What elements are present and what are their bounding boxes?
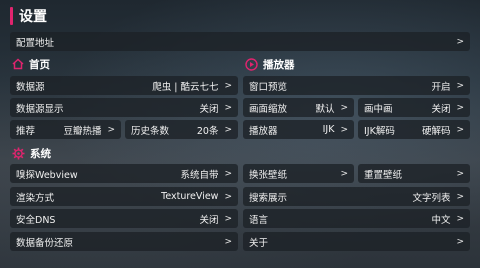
section-home: 首页: [12, 56, 50, 72]
change-wallpaper-row[interactable]: 换张壁纸 >: [243, 164, 354, 183]
data-source-display-row[interactable]: 数据源显示 关闭 >: [10, 98, 238, 117]
about-row[interactable]: 关于 >: [243, 232, 470, 251]
search-display-row[interactable]: 搜索展示 文字列表 >: [243, 187, 470, 206]
search-display-value: 文字列表: [412, 192, 451, 204]
search-display-label: 搜索展示: [249, 192, 288, 204]
section-system: 系统: [12, 145, 51, 161]
picture-scale-row[interactable]: 画面缩放 默认 >: [243, 98, 354, 117]
data-source-display-value: 关闭: [199, 103, 219, 115]
chevron-right-icon: >: [456, 236, 464, 247]
about-label: 关于: [249, 237, 269, 249]
chevron-right-icon: >: [456, 102, 464, 113]
chevron-right-icon: >: [224, 124, 232, 135]
window-preview-value: 开启: [431, 81, 451, 93]
history-count-label: 历史条数: [131, 125, 170, 137]
sniff-webview-row[interactable]: 嗅探Webview 系统自带 >: [10, 164, 238, 183]
chevron-right-icon: >: [456, 213, 464, 224]
chevron-right-icon: >: [224, 80, 232, 91]
chevron-right-icon: >: [107, 124, 115, 135]
data-source-label: 数据源: [16, 81, 45, 93]
chevron-right-icon: >: [340, 102, 348, 113]
config-address-row[interactable]: 配置地址 >: [10, 32, 470, 51]
data-source-value: 爬虫 | 酷云七七: [152, 81, 219, 93]
window-preview-row[interactable]: 窗口预览 开启 >: [243, 76, 470, 95]
play-circle-icon: [245, 57, 258, 71]
chevron-right-icon: >: [224, 213, 232, 224]
accent-bar: [10, 7, 13, 25]
chevron-right-icon: >: [456, 36, 464, 47]
player-label: 播放器: [249, 125, 278, 137]
secure-dns-label: 安全DNS: [16, 214, 56, 226]
chevron-right-icon: >: [340, 168, 348, 179]
secure-dns-value: 关闭: [199, 214, 219, 226]
chevron-right-icon: >: [340, 124, 348, 135]
ijk-decode-value: 硬解码: [421, 125, 451, 137]
chevron-right-icon: >: [224, 102, 232, 113]
section-home-title: 首页: [29, 58, 50, 71]
language-value: 中文: [431, 214, 451, 226]
gear-icon: [12, 147, 25, 159]
section-player-title: 播放器: [263, 58, 295, 71]
page-header: 设置: [10, 6, 47, 26]
chevron-right-icon: >: [456, 168, 464, 179]
reset-wallpaper-label: 重置壁纸: [364, 169, 403, 181]
backup-restore-row[interactable]: 数据备份还原 >: [10, 232, 238, 251]
picture-scale-value: 默认: [315, 103, 335, 115]
change-wallpaper-label: 换张壁纸: [249, 169, 288, 181]
reset-wallpaper-row[interactable]: 重置壁纸 >: [358, 164, 470, 183]
data-source-row[interactable]: 数据源 爬虫 | 酷云七七 >: [10, 76, 238, 95]
pip-row[interactable]: 画中画 关闭 >: [358, 98, 470, 117]
chevron-right-icon: >: [456, 124, 464, 135]
recommend-value: 豆瓣热播: [63, 125, 102, 137]
language-row[interactable]: 语言 中文 >: [243, 209, 470, 228]
window-preview-label: 窗口预览: [249, 81, 288, 93]
history-count-value: 20条: [196, 125, 219, 137]
recommend-row[interactable]: 推荐 豆瓣热播 >: [10, 120, 121, 139]
ijk-decode-row[interactable]: IJK解码 硬解码 >: [358, 120, 470, 139]
language-label: 语言: [249, 214, 269, 226]
sniff-webview-label: 嗅探Webview: [16, 169, 78, 181]
sniff-webview-value: 系统自带: [180, 169, 219, 181]
render-mode-label: 渲染方式: [16, 192, 55, 204]
pip-label: 画中画: [364, 103, 393, 115]
pip-value: 关闭: [431, 103, 451, 115]
page-title: 设置: [19, 9, 47, 25]
chevron-right-icon: >: [224, 191, 232, 202]
home-icon: [12, 58, 24, 70]
data-source-display-label: 数据源显示: [16, 103, 64, 115]
picture-scale-label: 画面缩放: [249, 103, 288, 115]
config-address-label: 配置地址: [16, 37, 55, 49]
render-mode-row[interactable]: 渲染方式 TextureView >: [10, 187, 238, 206]
chevron-right-icon: >: [456, 80, 464, 91]
chevron-right-icon: >: [224, 236, 232, 247]
backup-restore-label: 数据备份还原: [16, 237, 74, 249]
player-row[interactable]: 播放器 IJK >: [243, 120, 354, 139]
player-value: IJK: [322, 124, 335, 135]
section-system-title: 系统: [30, 147, 51, 160]
chevron-right-icon: >: [224, 168, 232, 179]
section-player: 播放器: [245, 56, 295, 72]
recommend-label: 推荐: [16, 125, 36, 137]
ijk-decode-label: IJK解码: [364, 125, 395, 137]
chevron-right-icon: >: [456, 191, 464, 202]
history-count-row[interactable]: 历史条数 20条 >: [125, 120, 238, 139]
render-mode-value: TextureView: [161, 191, 219, 202]
secure-dns-row[interactable]: 安全DNS 关闭 >: [10, 209, 238, 228]
